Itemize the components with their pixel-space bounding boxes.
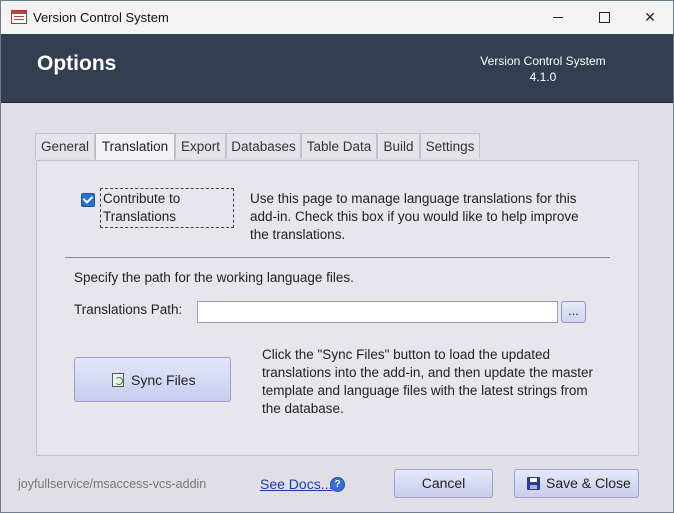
tab-databases[interactable]: Databases: [226, 133, 301, 159]
sync-description: Click the "Sync Files" button to load th…: [262, 347, 593, 416]
tab-settings[interactable]: Settings: [420, 133, 480, 159]
section-divider: [65, 257, 610, 258]
contribute-checkbox[interactable]: [81, 193, 95, 207]
tab-table-data[interactable]: Table Data: [301, 133, 377, 159]
app-version: 4.1.0: [529, 70, 557, 84]
close-button[interactable]: ✕: [627, 1, 673, 34]
minimize-button[interactable]: [535, 1, 581, 34]
tab-export[interactable]: Export: [175, 133, 226, 159]
save-close-button[interactable]: Save & Close: [514, 469, 639, 498]
minimize-icon: [553, 17, 563, 18]
close-icon: ✕: [644, 9, 656, 25]
maximize-icon: [598, 12, 610, 23]
specify-path-text: Specify the path for the working languag…: [74, 270, 354, 285]
maximize-button[interactable]: [581, 1, 627, 34]
sync-document-icon: [112, 373, 124, 387]
cancel-button[interactable]: Cancel: [394, 469, 493, 498]
help-circle-icon[interactable]: ?: [330, 477, 345, 492]
sync-files-button[interactable]: Sync Files: [74, 357, 231, 402]
translations-path-label: Translations Path:: [74, 302, 183, 317]
tab-build[interactable]: Build: [377, 133, 420, 159]
options-window: Version Control System ✕ Options Version…: [0, 0, 674, 513]
see-docs-link[interactable]: See Docs...: [260, 476, 332, 492]
contribute-label[interactable]: Contribute to Translations: [100, 188, 234, 228]
tab-translation[interactable]: Translation: [95, 133, 175, 161]
save-close-label: Save & Close: [546, 475, 631, 491]
app-name: Version Control System: [480, 54, 606, 68]
header-banner: Options Version Control System 4.1.0: [1, 34, 673, 103]
title-bar: Version Control System ✕: [1, 1, 673, 34]
repo-label: joyfullservice/msaccess-vcs-addin: [18, 477, 207, 491]
sync-files-label: Sync Files: [131, 372, 196, 388]
app-info: Version Control System 4.1.0: [463, 53, 623, 85]
page-title: Options: [37, 52, 117, 75]
tab-general[interactable]: General: [35, 133, 95, 159]
access-form-icon: [11, 10, 27, 24]
window-title: Version Control System: [33, 10, 169, 25]
browse-button[interactable]: ...: [561, 301, 586, 323]
translations-path-input[interactable]: [197, 301, 558, 323]
floppy-disk-icon: [527, 477, 540, 490]
translation-description: Use this page to manage language transla…: [250, 191, 579, 242]
